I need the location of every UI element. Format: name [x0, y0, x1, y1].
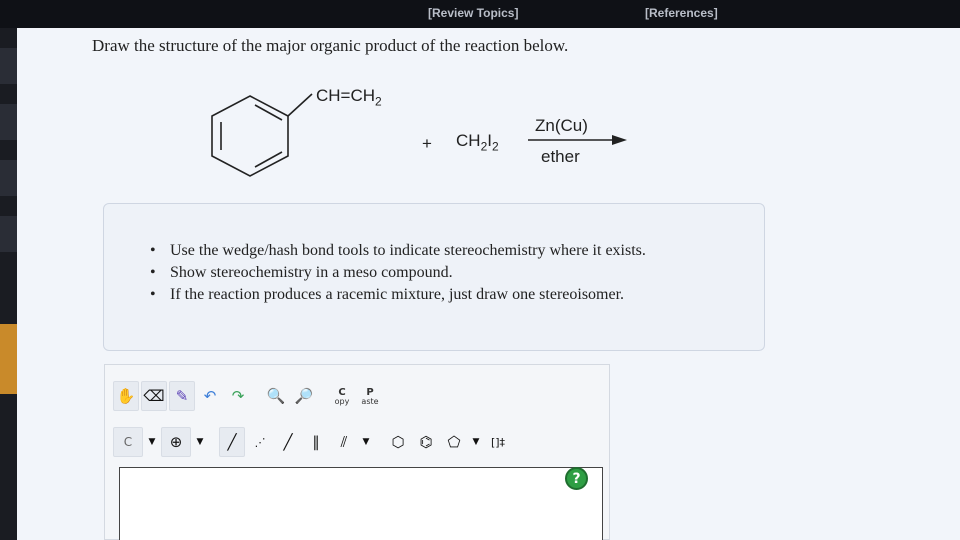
- hand-tool-icon[interactable]: ✋: [113, 381, 139, 411]
- bracket-label: []‡: [490, 435, 506, 449]
- reagent-label: CH2I2: [456, 131, 499, 154]
- benzene-ring-icon[interactable]: ⌬: [413, 427, 439, 457]
- triple-bond-icon[interactable]: ⫽: [331, 427, 357, 457]
- review-topics-link[interactable]: [Review Topics]: [428, 6, 518, 20]
- reaction-scheme: CH=CH2 + CH2I2 Zn(Cu) ether: [200, 72, 660, 192]
- zoom-out-icon[interactable]: 🔎: [291, 381, 317, 411]
- references-link[interactable]: [References]: [645, 6, 718, 20]
- help-button[interactable]: ?: [565, 467, 588, 490]
- copy-button[interactable]: C opy: [329, 381, 355, 411]
- atom-label: C: [123, 435, 133, 449]
- nav-tab-active[interactable]: [0, 324, 17, 394]
- paste-sub-label: aste: [361, 396, 379, 406]
- instructions-list: Use the wedge/hash bond tools to indicat…: [150, 240, 646, 306]
- eraser-icon[interactable]: ⌫: [141, 381, 167, 411]
- nav-tab[interactable]: [0, 104, 17, 140]
- instruction-item: If the reaction produces a racemic mixtu…: [150, 284, 646, 306]
- vinyl-group-label: CH=CH2: [316, 86, 382, 109]
- pentagon-ring-icon[interactable]: ⬠: [441, 427, 467, 457]
- instructions-panel: Use the wedge/hash bond tools to indicat…: [103, 203, 765, 351]
- chevron-down-icon[interactable]: ▼: [145, 427, 159, 457]
- zoom-in-icon[interactable]: 🔍: [263, 381, 289, 411]
- redo-icon[interactable]: ↷: [225, 381, 251, 411]
- nav-tab[interactable]: [0, 216, 17, 252]
- charge-select[interactable]: ⊕: [161, 427, 191, 457]
- paste-button[interactable]: P aste: [357, 381, 383, 411]
- wedge-bond-icon[interactable]: ╱: [275, 427, 301, 457]
- editor-toolbar-top: ✋ ⌫ ✎ ↶ ↷ 🔍 🔎 C opy P aste: [113, 381, 385, 411]
- solvent-label: ether: [541, 147, 580, 166]
- nav-tab[interactable]: [0, 160, 17, 196]
- instruction-item: Use the wedge/hash bond tools to indicat…: [150, 240, 646, 262]
- paste-label: P: [366, 386, 374, 398]
- copy-sub-label: opy: [334, 396, 350, 406]
- instruction-item: Show stereochemistry in a meso compound.: [150, 262, 646, 284]
- cyclopentane-ring-icon[interactable]: ⬡: [385, 427, 411, 457]
- left-navigation-strip: [0, 28, 17, 540]
- structure-editor: ✋ ⌫ ✎ ↶ ↷ 🔍 🔎 C opy P aste C ▼ ⊕ ▼ ╱ ⋰ ╱…: [104, 364, 610, 540]
- editor-toolbar-bottom: C ▼ ⊕ ▼ ╱ ⋰ ╱ ∥ ⫽ ▼ ⬡ ⌬ ⬠ ▼ []‡: [113, 427, 513, 457]
- copy-label: C: [338, 386, 346, 398]
- undo-icon[interactable]: ↶: [197, 381, 223, 411]
- styrene-structure: [211, 93, 627, 177]
- bond-pen-icon[interactable]: ✎: [169, 381, 195, 411]
- charge-label: ⊕: [169, 433, 183, 451]
- plus-sign: +: [422, 134, 432, 153]
- double-bond-icon[interactable]: ∥: [303, 427, 329, 457]
- help-label: ?: [572, 470, 581, 487]
- atom-select[interactable]: C: [113, 427, 143, 457]
- chevron-down-icon[interactable]: ▼: [359, 427, 373, 457]
- catalyst-label: Zn(Cu): [535, 116, 588, 135]
- drawing-canvas[interactable]: [119, 467, 603, 540]
- single-bond-icon[interactable]: ╱: [219, 427, 245, 457]
- nav-tab[interactable]: [0, 48, 17, 84]
- chevron-down-icon[interactable]: ▼: [193, 427, 207, 457]
- question-prompt: Draw the structure of the major organic …: [92, 36, 569, 55]
- bracket-tool[interactable]: []‡: [485, 427, 511, 457]
- top-bar: [Review Topics] [References]: [0, 0, 960, 28]
- chevron-down-icon[interactable]: ▼: [469, 427, 483, 457]
- hash-bond-icon[interactable]: ⋰: [247, 427, 273, 457]
